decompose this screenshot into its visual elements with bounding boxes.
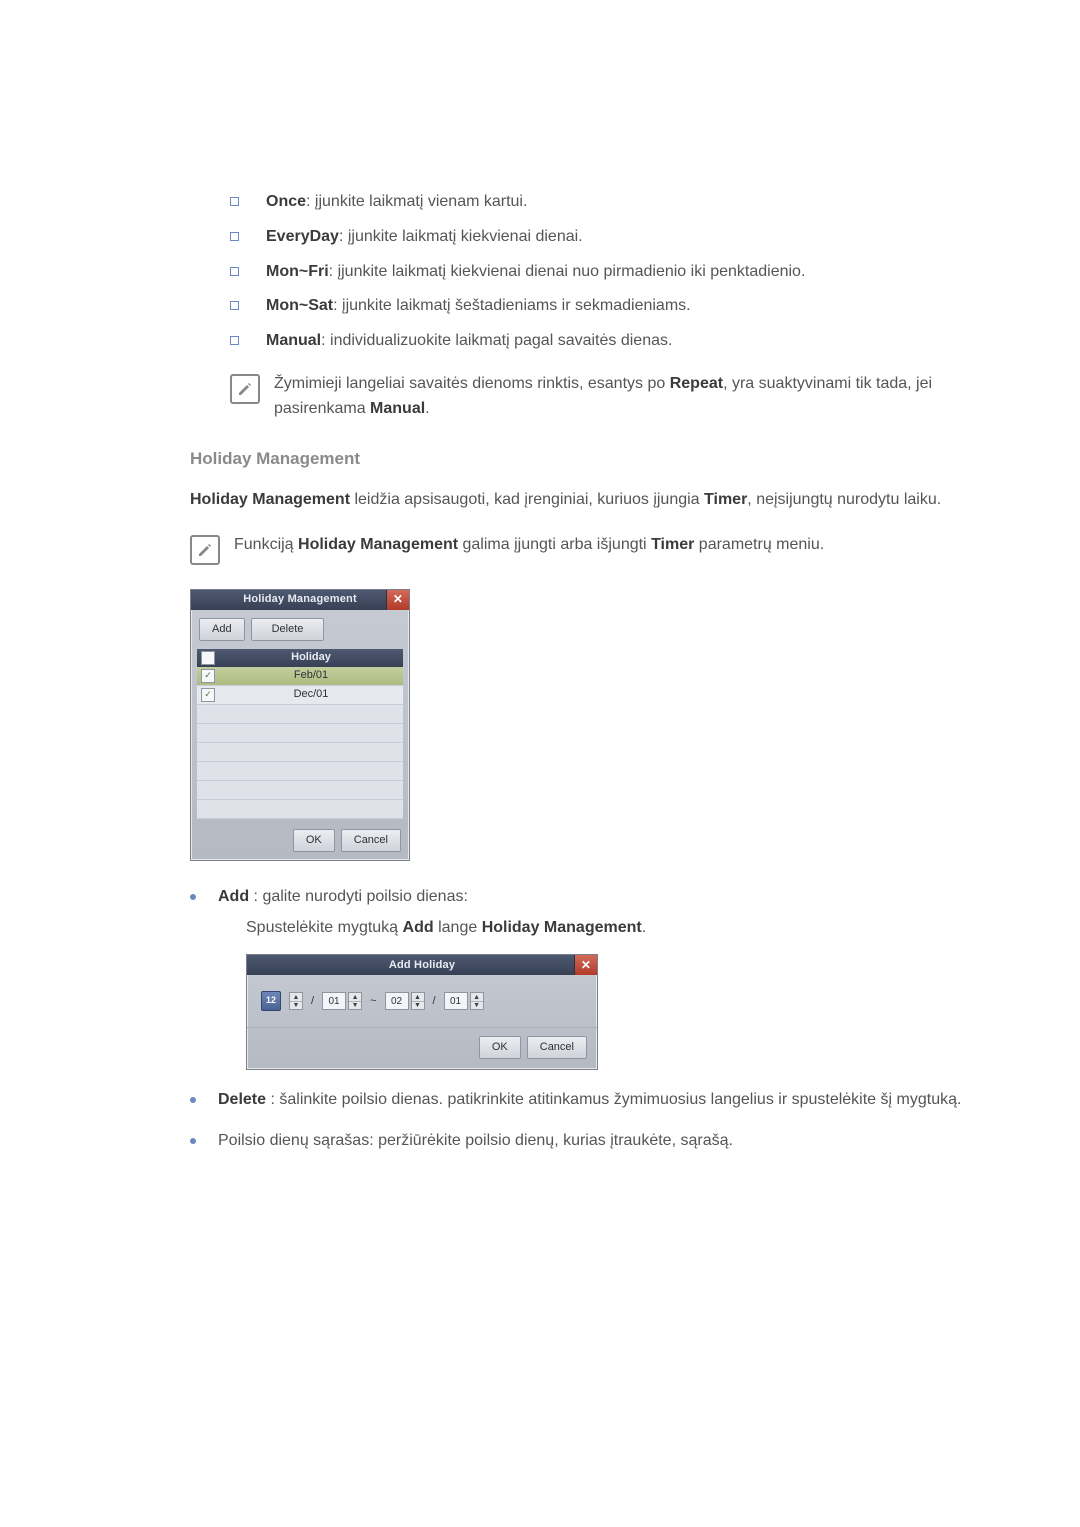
from-day: 01 ▲▼	[322, 992, 362, 1010]
table-row-empty	[197, 705, 403, 724]
note-text: Funkciją Holiday Management galima įjung…	[234, 533, 990, 558]
option-desc: : įjunkite laikmatį kiekvienai dienai.	[339, 228, 583, 245]
table-row[interactable]: ✓ Dec/01	[197, 686, 403, 705]
add-button[interactable]: Add	[199, 618, 245, 641]
option-desc: : įjunkite laikmatį vienam kartui.	[306, 193, 527, 210]
note-icon	[230, 374, 260, 404]
holiday-cell: Feb/01	[219, 667, 403, 684]
table-row-empty	[197, 781, 403, 800]
close-icon: ✕	[581, 956, 591, 975]
holiday-management-para: Holiday Management leidžia apsisaugoti, …	[190, 488, 990, 513]
calendar-icon: 12	[261, 991, 281, 1011]
repeat-option: EveryDay: įjunkite laikmatį kiekvienai d…	[230, 225, 990, 250]
cancel-button[interactable]: Cancel	[341, 829, 401, 852]
list-item: Add : galite nurodyti poilsio dienas: Sp…	[190, 885, 990, 1071]
hm-table: Holiday ✓ Feb/01 ✓ Dec/01	[197, 649, 403, 819]
ah-footer: OK Cancel	[247, 1027, 597, 1069]
delete-button[interactable]: Delete	[251, 618, 325, 641]
table-row-empty	[197, 800, 403, 819]
option-label: Manual	[266, 332, 321, 349]
note-hm: Funkciją Holiday Management galima įjung…	[190, 533, 990, 565]
ah-body: 12 ▲▼ / 01 ▲▼ ~ 02 ▲▼ /	[247, 975, 597, 1027]
list-item: Poilsio dienų sąrašas: peržiūrėkite poil…	[190, 1129, 990, 1154]
hm-toolbar: Add Delete	[191, 610, 409, 649]
header-checkbox[interactable]	[201, 651, 215, 665]
repeat-option: Mon~Sat: įjunkite laikmatį šeštadieniams…	[230, 294, 990, 319]
spinner[interactable]: ▲▼	[411, 992, 425, 1010]
holiday-management-heading: Holiday Management	[190, 446, 990, 472]
table-row-empty	[197, 743, 403, 762]
list-item: Delete : šalinkite poilsio dienas. patik…	[190, 1088, 990, 1113]
column-holiday: Holiday	[219, 649, 403, 666]
from-month: ▲▼	[289, 992, 303, 1010]
repeat-options-list: Once: įjunkite laikmatį vienam kartui. E…	[230, 190, 990, 354]
spinner[interactable]: ▲▼	[470, 992, 484, 1010]
to-day: 01 ▲▼	[444, 992, 484, 1010]
row-checkbox[interactable]: ✓	[201, 669, 215, 683]
close-button[interactable]: ✕	[386, 590, 409, 610]
holiday-cell: Dec/01	[219, 686, 403, 703]
month-field[interactable]: 02	[385, 992, 409, 1010]
option-label: Once	[266, 193, 306, 210]
slash: /	[433, 993, 436, 1010]
header-check-cell	[197, 651, 219, 665]
ah-title: Add Holiday	[389, 957, 455, 974]
ok-button[interactable]: OK	[293, 829, 335, 852]
spinner[interactable]: ▲▼	[289, 992, 303, 1010]
repeat-option: Mon~Fri: įjunkite laikmatį kiekvienai di…	[230, 260, 990, 285]
option-desc: : įjunkite laikmatį šeštadieniams ir sek…	[333, 297, 690, 314]
spinner[interactable]: ▲▼	[348, 992, 362, 1010]
table-row-empty	[197, 724, 403, 743]
close-button[interactable]: ✕	[574, 955, 597, 975]
actions-list: Add : galite nurodyti poilsio dienas: Sp…	[190, 885, 990, 1154]
table-row[interactable]: ✓ Feb/01	[197, 667, 403, 686]
ok-button[interactable]: OK	[479, 1036, 521, 1059]
page: Once: įjunkite laikmatį vienam kartui. E…	[0, 0, 1080, 1527]
close-icon: ✕	[393, 590, 403, 609]
add-holiday-window: Add Holiday ✕ 12 ▲▼ / 01 ▲▼ ~ 02	[246, 954, 598, 1070]
add-hint: Spustelėkite mygtuką Add lange Holiday M…	[246, 916, 990, 941]
to-month: 02 ▲▼	[385, 992, 425, 1010]
hm-titlebar: Holiday Management ✕	[191, 590, 409, 610]
slash: /	[311, 993, 314, 1010]
table-row-empty	[197, 762, 403, 781]
ah-titlebar: Add Holiday ✕	[247, 955, 597, 975]
option-label: EveryDay	[266, 228, 339, 245]
option-desc: : individualizuokite laikmatį pagal sava…	[321, 332, 672, 349]
note-text: Žymimieji langeliai savaitės dienoms rin…	[274, 372, 990, 422]
hm-table-header: Holiday	[197, 649, 403, 667]
option-label: Mon~Fri	[266, 263, 329, 280]
cancel-button[interactable]: Cancel	[527, 1036, 587, 1059]
row-checkbox[interactable]: ✓	[201, 688, 215, 702]
option-desc: : įjunkite laikmatį kiekvienai dienai nu…	[329, 263, 806, 280]
holiday-management-window: Holiday Management ✕ Add Delete Holiday …	[190, 589, 410, 861]
repeat-option: Manual: individualizuokite laikmatį paga…	[230, 329, 990, 354]
repeat-option: Once: įjunkite laikmatį vienam kartui.	[230, 190, 990, 215]
range-tilde: ~	[370, 993, 376, 1010]
hm-title: Holiday Management	[243, 591, 357, 608]
note-manual: Žymimieji langeliai savaitės dienoms rin…	[230, 372, 990, 422]
day-field[interactable]: 01	[444, 992, 468, 1010]
option-label: Mon~Sat	[266, 297, 333, 314]
day-field[interactable]: 01	[322, 992, 346, 1010]
note-icon	[190, 535, 220, 565]
hm-footer: OK Cancel	[191, 819, 409, 860]
